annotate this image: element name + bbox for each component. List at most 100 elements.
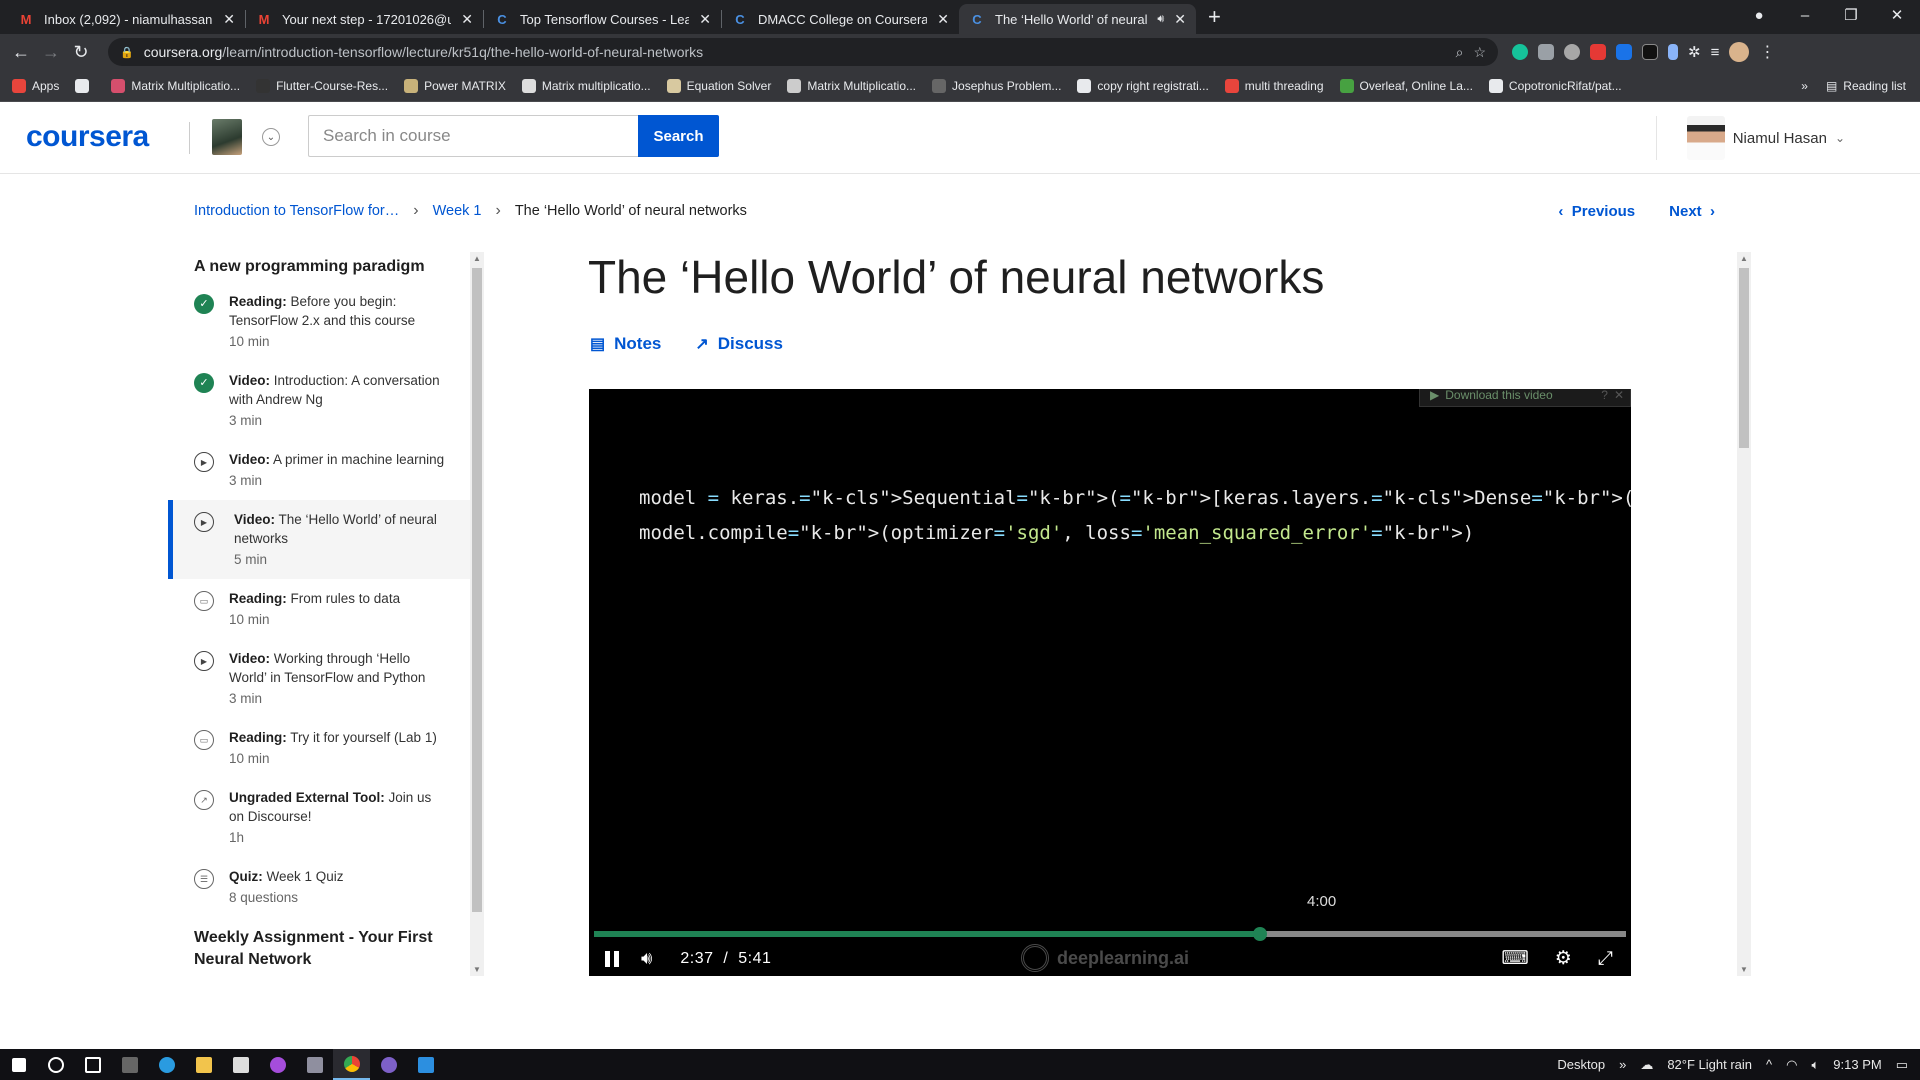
bookmark-item[interactable]: Equation Solver: [666, 78, 771, 93]
bookmark-item[interactable]: [75, 78, 95, 93]
mail-icon[interactable]: [222, 1049, 259, 1080]
sidebar-item[interactable]: ▶ Video: Working through ‘Hello World’ in…: [168, 639, 470, 718]
pause-button[interactable]: [605, 950, 619, 967]
browser-tab[interactable]: M Your next step - 17201026@uap- ✕: [246, 4, 483, 34]
user-menu[interactable]: Niamul Hasan ⌄: [1686, 116, 1845, 160]
back-button[interactable]: ←: [6, 42, 36, 63]
red-extension-icon[interactable]: [1590, 44, 1606, 60]
vscode-icon[interactable]: [407, 1049, 444, 1080]
bookmark-item[interactable]: Matrix Multiplicatio...: [111, 78, 240, 93]
bookmark-item[interactable]: Flutter-Course-Res...: [256, 78, 388, 93]
chrome-icon[interactable]: [333, 1049, 370, 1080]
weather-icon[interactable]: ☁: [1640, 1057, 1653, 1073]
menu-kebab-icon[interactable]: ⋮: [1759, 42, 1775, 62]
scroll-up-icon[interactable]: ▲: [1740, 254, 1748, 263]
messenger-icon[interactable]: [259, 1049, 296, 1080]
scroll-down-icon[interactable]: ▼: [473, 965, 481, 974]
search-button[interactable]: Search: [638, 115, 719, 157]
discuss-button[interactable]: ↗ Discuss: [695, 334, 783, 354]
main-scrollbar[interactable]: ▲ ▼: [1737, 252, 1751, 976]
chevron-icon[interactable]: »: [1619, 1057, 1626, 1072]
windows-start-icon[interactable]: [0, 1049, 37, 1080]
browser-tab[interactable]: C Top Tensorflow Courses - Learn T ✕: [484, 4, 721, 34]
breadcrumb-week[interactable]: Week 1: [433, 203, 482, 219]
new-tab-button[interactable]: +: [1208, 4, 1221, 30]
zoom-icon[interactable]: ⌕: [1456, 44, 1464, 61]
task-view-icon[interactable]: [74, 1049, 111, 1080]
captions-icon[interactable]: ⌨: [1501, 947, 1528, 970]
scrollbar-thumb[interactable]: [472, 268, 482, 912]
sidebar-item[interactable]: ▭ Reading: Try it for yourself (Lab 1) 10 …: [168, 718, 470, 778]
volume-icon[interactable]: 🔊︎: [641, 948, 652, 969]
video-progress-bar[interactable]: [594, 927, 1626, 941]
course-search-input[interactable]: Search in course: [308, 115, 638, 157]
fullscreen-icon[interactable]: ⤢: [1598, 948, 1613, 970]
bookmark-item[interactable]: Overleaf, Online La...: [1339, 78, 1473, 93]
course-switcher-chevron-icon[interactable]: ⌄: [262, 128, 280, 146]
grammarly-extension-icon[interactable]: [1512, 44, 1528, 60]
reading-list-button[interactable]: ▤ Reading list: [1826, 79, 1906, 93]
close-tab-icon[interactable]: ✕: [461, 11, 473, 28]
course-thumbnail[interactable]: [212, 119, 242, 155]
close-tab-icon[interactable]: ✕: [937, 11, 949, 28]
notes-button[interactable]: ▤ Notes: [590, 334, 661, 354]
close-window-button[interactable]: ✕: [1874, 6, 1920, 24]
screen-extension-icon[interactable]: [1642, 44, 1658, 60]
video-player[interactable]: ▶ Download this video ? ✕ model = keras.…: [589, 389, 1631, 976]
minimize-button[interactable]: –: [1782, 7, 1828, 24]
sidebar-item[interactable]: ↗ Ungraded External Tool: Join us on Disc…: [168, 778, 470, 857]
help-icon[interactable]: ?: [1601, 389, 1608, 402]
browser-tab[interactable]: M Inbox (2,092) - niamulhassan64@ ✕: [8, 4, 245, 34]
sidebar-item[interactable]: ▶ Video: A primer in machine learning 3 mi…: [168, 440, 470, 500]
speaker-icon[interactable]: 🔈︎: [1811, 1057, 1819, 1073]
sidebar-item[interactable]: ▭ Reading: From rules to data 10 min: [168, 579, 470, 639]
game-icon[interactable]: [296, 1049, 333, 1080]
next-button[interactable]: Next ›: [1669, 203, 1715, 220]
pen-extension-icon[interactable]: [1668, 44, 1678, 60]
address-bar[interactable]: 🔒 coursera.org/learn/introduction-tensor…: [108, 38, 1498, 66]
weather-label[interactable]: 82°F Light rain: [1667, 1057, 1752, 1072]
media-control-icon[interactable]: ≡: [1711, 44, 1720, 61]
breadcrumb-course[interactable]: Introduction to TensorFlow for…: [194, 203, 399, 219]
sidebar-item[interactable]: ☰ Quiz: Week 1 Quiz 8 questions: [168, 857, 470, 917]
sidebar-item[interactable]: ▶ Video: The ‘Hello World’ of neural netw…: [168, 500, 470, 579]
settings-extension-icon[interactable]: [1564, 44, 1580, 60]
profile-icon[interactable]: ●: [1736, 7, 1782, 24]
wifi-icon[interactable]: ◠: [1786, 1057, 1797, 1073]
section-title[interactable]: A new programming paradigm: [168, 252, 470, 282]
speaker-icon[interactable]: 🔊︎: [1157, 13, 1164, 26]
file-explorer-icon[interactable]: [185, 1049, 222, 1080]
browser-tab[interactable]: C The ‘Hello World’ of neural n 🔊︎ ✕: [959, 4, 1196, 34]
tray-up-icon[interactable]: ^: [1766, 1057, 1772, 1072]
bookmark-item[interactable]: Power MATRIX: [404, 78, 506, 93]
close-tab-icon[interactable]: ✕: [699, 11, 711, 28]
camera-extension-icon[interactable]: [1538, 44, 1554, 60]
bookmark-item[interactable]: multi threading: [1224, 78, 1324, 93]
extensions-puzzle-icon[interactable]: ✲: [1688, 43, 1701, 61]
browser-tab[interactable]: C DMACC College on Coursera | Co ✕: [722, 4, 959, 34]
clock[interactable]: 9:13 PM: [1833, 1057, 1881, 1072]
search-icon[interactable]: [37, 1049, 74, 1080]
profile-avatar-icon[interactable]: [1729, 42, 1750, 62]
discord-icon[interactable]: [370, 1049, 407, 1080]
close-tab-icon[interactable]: ✕: [223, 11, 235, 28]
download-video-button[interactable]: ▶ Download this video ? ✕: [1419, 389, 1631, 407]
edge-browser-icon[interactable]: [148, 1049, 185, 1080]
restore-button[interactable]: ❐: [1828, 6, 1874, 24]
sidebar-item[interactable]: ✓ Video: Introduction: A conversation wit…: [168, 361, 470, 440]
bookmark-item[interactable]: Josephus Problem...: [932, 78, 1061, 93]
reload-button[interactable]: ↻: [66, 42, 96, 63]
bookmark-item[interactable]: Matrix multiplicatio...: [521, 78, 651, 93]
desktop-toolbar-label[interactable]: Desktop: [1557, 1057, 1605, 1072]
previous-button[interactable]: ‹ Previous: [1558, 203, 1635, 220]
section-title[interactable]: Weekly Assignment - Your First Neural Ne…: [168, 921, 470, 976]
download-extension-icon[interactable]: [1616, 44, 1632, 60]
bookmark-item[interactable]: Apps: [12, 78, 59, 93]
close-tab-icon[interactable]: ✕: [1174, 11, 1186, 28]
gear-icon[interactable]: ⚙: [1555, 947, 1572, 970]
bookmark-item[interactable]: copy right registrati...: [1077, 78, 1209, 93]
notifications-icon[interactable]: ▭: [1896, 1057, 1908, 1073]
more-bookmarks-icon[interactable]: »: [1801, 79, 1808, 93]
bookmark-item[interactable]: CopotronicRifat/pat...: [1488, 78, 1622, 93]
bookmark-item[interactable]: Matrix Multiplicatio...: [787, 78, 916, 93]
